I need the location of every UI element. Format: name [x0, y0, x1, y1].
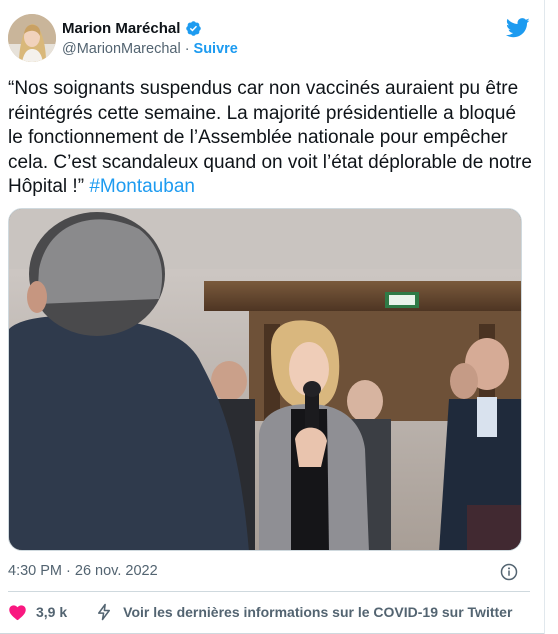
bolt-icon [95, 603, 113, 621]
like-button[interactable]: 3,9 k [8, 603, 67, 622]
handle-row: @MarionMarechal · Suivre [62, 41, 238, 57]
follow-button[interactable]: Suivre [194, 41, 238, 57]
covid-info-link[interactable]: Voir les dernières informations sur le C… [95, 603, 512, 621]
tweet-card: Marion Maréchal @MarionMarechal · Suivre… [0, 0, 545, 634]
tweet-header: Marion Maréchal @MarionMarechal · Suivre [8, 14, 530, 64]
twitter-bird-icon[interactable] [505, 18, 530, 38]
heart-icon [8, 603, 27, 622]
info-icon[interactable] [500, 563, 518, 581]
avatar[interactable] [8, 14, 56, 62]
covid-info-label: Voir les dernières informations sur le C… [123, 604, 513, 620]
hashtag-link[interactable]: #Montauban [89, 176, 195, 197]
timestamp[interactable]: 4:30 PM · 26 nov. 2022 [8, 563, 158, 579]
tweet-photo[interactable] [8, 208, 522, 551]
verified-badge-icon [185, 20, 202, 37]
separator: · [184, 41, 190, 57]
actions-row: 3,9 k Voir les dernières informations su… [8, 601, 530, 623]
divider [8, 591, 530, 592]
tweet-text: “Nos soignants suspendus car non vacciné… [8, 77, 533, 200]
handle[interactable]: @MarionMarechal [62, 41, 181, 57]
like-count: 3,9 k [36, 604, 68, 620]
tweet-body: “Nos soignants suspendus car non vacciné… [8, 78, 538, 197]
timestamp-row: 4:30 PM · 26 nov. 2022 [8, 563, 518, 583]
name-row: Marion Maréchal [62, 20, 202, 37]
display-name[interactable]: Marion Maréchal [62, 20, 180, 37]
